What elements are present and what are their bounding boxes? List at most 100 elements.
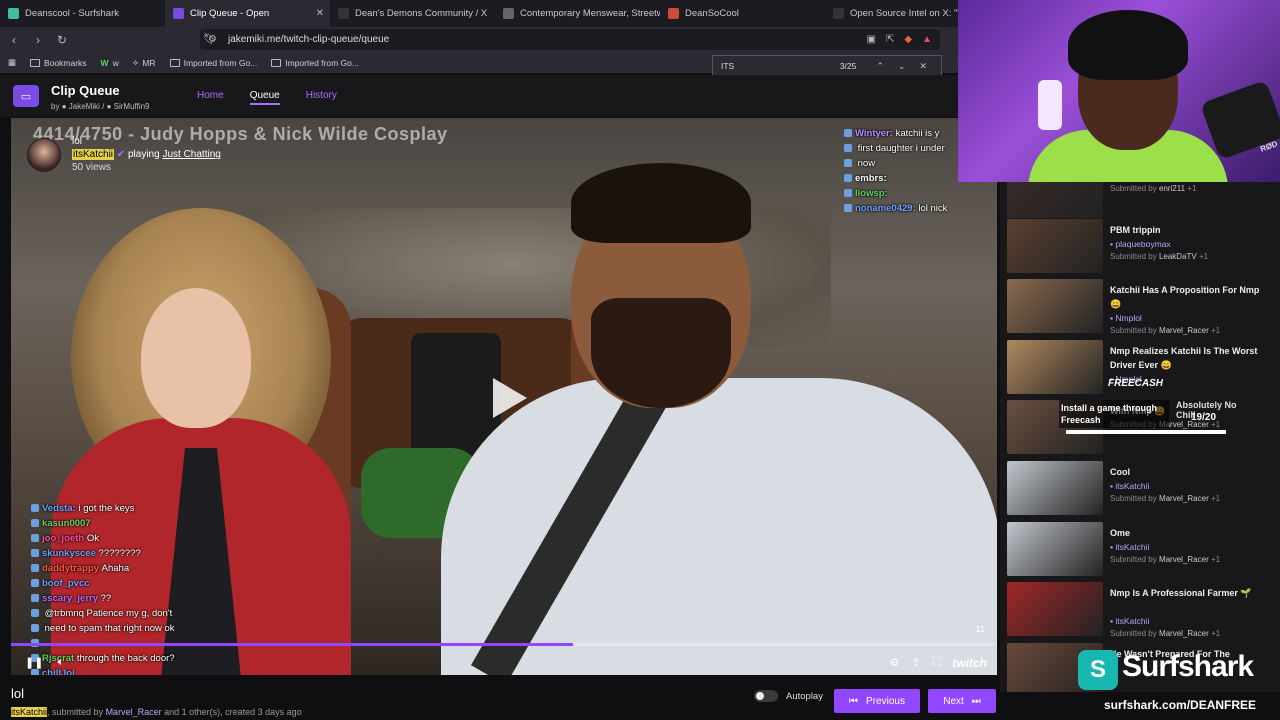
- next-button[interactable]: Next ⏭︎: [928, 689, 996, 713]
- reader-view-icon[interactable]: ▣: [867, 34, 876, 45]
- queue-channel[interactable]: ▪ Nmplol: [1110, 313, 1142, 323]
- chat-badge-icon: [31, 609, 39, 617]
- chat-message: now: [844, 156, 947, 171]
- browser-tab[interactable]: Dean's Demons Community / X: [330, 0, 495, 27]
- nav-home[interactable]: Home: [197, 90, 224, 105]
- bookmark-w[interactable]: Ww: [101, 58, 119, 68]
- bookmark-icon[interactable]: 🔖︎: [203, 32, 217, 45]
- queue-channel[interactable]: ▪ itsKatchii: [1110, 542, 1149, 552]
- find-close-icon[interactable]: ✕: [919, 61, 927, 72]
- nav-queue[interactable]: Queue: [249, 90, 280, 105]
- chat-badge-icon: [844, 189, 852, 197]
- bookmark-label: Imported from Go...: [285, 57, 359, 68]
- queue-channel[interactable]: ▪ itsKatchii: [1110, 481, 1149, 491]
- chat-message: embrs:: [844, 171, 947, 186]
- brave-shield-icon[interactable]: ◆: [904, 34, 912, 45]
- streamer-name[interactable]: itsKatchii: [72, 149, 115, 160]
- surfshark-url: surfshark.com/DEANFREE: [1104, 698, 1257, 712]
- chat-username: Wintyer:: [855, 128, 893, 139]
- twitch-logo[interactable]: twitch: [952, 656, 987, 670]
- tab-favicon-icon: [338, 8, 349, 19]
- browser-tab[interactable]: Deanscool - Surfshark: [0, 0, 165, 27]
- share-icon[interactable]: ⇱: [886, 34, 894, 45]
- tab-close-icon[interactable]: ✕: [316, 8, 324, 19]
- queue-submitter: Submitted by Marvel_Racer +1: [1110, 326, 1220, 335]
- game-link[interactable]: Just Chatting: [162, 149, 220, 160]
- folder-icon: [271, 58, 282, 67]
- submitter-extra: +1: [1187, 184, 1197, 193]
- nav-history[interactable]: History: [306, 90, 337, 105]
- reload-icon[interactable]: ↻: [52, 33, 72, 47]
- author-link[interactable]: JakeMiki: [69, 102, 100, 111]
- queue-item[interactable]: PBM trippin ▪ plaqueboymax Submitted by Le…: [1007, 219, 1273, 275]
- submitted-by-label: Submitted by: [1110, 555, 1157, 564]
- play-icon[interactable]: [489, 376, 529, 420]
- progress-bar[interactable]: [11, 643, 997, 646]
- queue-channel[interactable]: ▪ plaqueboymax: [1110, 239, 1171, 249]
- pause-icon[interactable]: ❚❚: [25, 656, 43, 669]
- author-link[interactable]: SirMuffin9: [114, 102, 150, 111]
- streamer-avatar[interactable]: [27, 138, 61, 172]
- submitted-by-label: Submitted by: [1110, 494, 1157, 503]
- submitted-by-label: Submitted by: [1110, 326, 1157, 335]
- chat-badge-icon: [31, 579, 39, 587]
- submitter-name: enri211: [1158, 184, 1186, 193]
- browser-tab[interactable]: Clip Queue - Open ✕: [165, 0, 330, 27]
- chat-badge-icon: [844, 159, 852, 167]
- address-bar[interactable]: ⚙ jakemiki.me/twitch-clip-queue/queue ▣ …: [200, 29, 940, 50]
- chat-badge-icon: [31, 534, 39, 542]
- chat-badge-icon: [31, 594, 39, 602]
- queue-item[interactable]: Ome ▪ itsKatchii Submitted by Marvel_Racer…: [1007, 522, 1273, 578]
- clip-queue-header: ▭ Clip Queue by ● JakeMiki / ● SirMuffin…: [0, 75, 1000, 117]
- autoplay-control[interactable]: Autoplay: [754, 690, 823, 702]
- queue-item[interactable]: Nmp Is A Professional Farmer 🌱 ▪ itsKatch…: [1007, 582, 1273, 638]
- chat-text: Ok: [86, 533, 100, 544]
- queue-title: Nmp Realizes Katchii Is The Worst Driver…: [1110, 346, 1258, 370]
- queue-item[interactable]: Katchii Has A Proposition For Nmp 😄 ▪ Nmp…: [1007, 279, 1273, 335]
- previous-label: Previous: [866, 695, 905, 707]
- chat-username: embrs:: [855, 173, 887, 184]
- share-icon[interactable]: ⇪: [911, 656, 920, 669]
- chat-message: need to spam that right now ok: [31, 621, 175, 636]
- queue-title: Cool: [1110, 467, 1130, 477]
- chat-badge-icon: [844, 174, 852, 182]
- back-icon[interactable]: ‹: [4, 33, 24, 47]
- queue-thumbnail: [1007, 182, 1103, 218]
- previous-icon: ⏮︎: [849, 695, 859, 707]
- browser-tab[interactable]: Contemporary Menswear, Streetwea: [495, 0, 660, 27]
- info-rest: and 1 other(s), created 3 days ago: [164, 707, 302, 717]
- bookmark-mr[interactable]: ⟡ MR: [133, 57, 156, 68]
- info-streamer[interactable]: itsKatchii: [11, 707, 48, 717]
- find-next-icon[interactable]: ⌄: [898, 61, 906, 72]
- chat-text: first daughter i under: [857, 143, 945, 154]
- bookmark-imported-1[interactable]: Imported from Go...: [169, 58, 257, 68]
- queue-item[interactable]: Submitted by enri211 +1: [1007, 182, 1273, 220]
- fullscreen-icon[interactable]: ⛶: [933, 656, 941, 669]
- video-player[interactable]: 4414/4750 - Judy Hopps & Nick Wilde Cosp…: [11, 118, 997, 675]
- brave-rewards-icon[interactable]: ▲: [922, 34, 932, 45]
- chat-badge-icon: [844, 129, 852, 137]
- player-controls: ❚❚ 🔈︎ ⚙ ⇪ ⛶ twitch: [11, 650, 997, 675]
- chat-text: katchii is y: [895, 128, 940, 139]
- chat-username: llowsp:: [855, 188, 888, 199]
- bookmark-imported-2[interactable]: Imported from Go...: [271, 58, 359, 68]
- apps-icon[interactable]: ▦: [8, 57, 16, 68]
- forward-icon[interactable]: ›: [28, 33, 48, 47]
- info-submitter[interactable]: Marvel_Racer: [106, 707, 162, 717]
- find-input[interactable]: ITS: [721, 61, 840, 71]
- clip-queue-logo-icon[interactable]: ▭: [13, 85, 39, 107]
- chat-username: joo_joeth: [42, 533, 85, 544]
- browser-tab[interactable]: DeanSoCool: [660, 0, 825, 27]
- queue-item[interactable]: Cool ▪ itsKatchii Submitted by Marvel_Race…: [1007, 461, 1273, 517]
- queue-channel[interactable]: ▪ itsKatchii: [1110, 616, 1149, 626]
- find-previous-icon[interactable]: ⌃: [876, 61, 884, 72]
- bookmark-bookmarks[interactable]: Bookmarks: [30, 58, 87, 68]
- chat-badge-icon: [31, 564, 39, 572]
- chat-text: now: [857, 158, 876, 169]
- volume-icon[interactable]: 🔈︎: [57, 656, 64, 669]
- submitter-name: LeakDaTV: [1158, 252, 1197, 261]
- autoplay-toggle[interactable]: [754, 690, 778, 702]
- previous-button[interactable]: ⏮︎ Previous: [834, 689, 920, 713]
- settings-icon[interactable]: ⚙: [890, 656, 900, 669]
- chat-text: ????????: [98, 548, 141, 559]
